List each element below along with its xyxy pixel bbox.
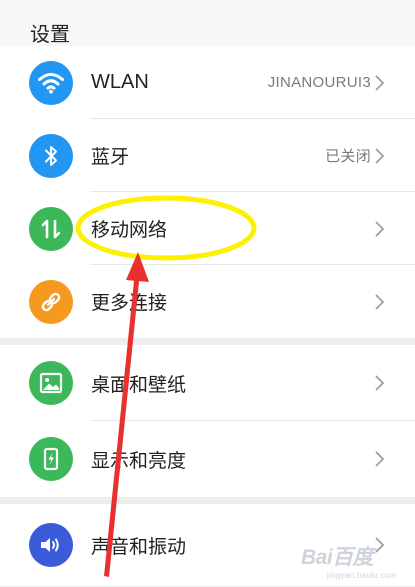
mobile-network-label: 移动网络 xyxy=(91,219,168,241)
settings-row-display[interactable]: 显示和亮度 xyxy=(0,421,415,497)
wallpaper-label: 桌面和壁纸 xyxy=(91,373,187,396)
page-title: 设置 xyxy=(30,22,70,46)
wlan-label: WLAN xyxy=(91,71,149,93)
more-connections-label: 更多连接 xyxy=(91,292,168,314)
link-icon xyxy=(29,279,73,324)
speaker-icon xyxy=(29,523,73,567)
section-gap xyxy=(0,338,415,345)
mobile-data-icon xyxy=(29,206,73,251)
page-header: 设置 xyxy=(0,0,415,46)
connection-settings-group: WLAN JINANOURUI3 蓝牙 已关闭 移动网络 更多连接 xyxy=(0,46,415,338)
chevron-right-icon xyxy=(375,293,385,310)
chevron-right-icon xyxy=(375,220,385,237)
chevron-right-icon xyxy=(375,375,385,391)
settings-row-wlan[interactable]: WLAN JINANOURUI3 xyxy=(0,46,415,119)
settings-row-bluetooth[interactable]: 蓝牙 已关闭 xyxy=(0,119,415,192)
wifi-icon xyxy=(29,60,73,105)
display-label: 显示和亮度 xyxy=(91,449,187,472)
chevron-right-icon xyxy=(375,147,385,164)
settings-row-more-connections[interactable]: 更多连接 xyxy=(0,265,415,338)
section-gap xyxy=(0,497,415,504)
watermark-url: jingyan.baidu.com xyxy=(327,571,397,580)
bluetooth-icon xyxy=(29,133,73,178)
watermark: Bai百度 jingyan.baidu.com xyxy=(301,541,409,581)
wallpaper-icon xyxy=(29,361,73,405)
chevron-right-icon xyxy=(375,451,385,467)
display-settings-group: 桌面和壁纸 显示和亮度 xyxy=(0,345,415,497)
bluetooth-value: 已关闭 xyxy=(325,148,371,165)
wlan-value: JINANOURUI3 xyxy=(267,74,371,91)
sound-label: 声音和振动 xyxy=(91,535,187,558)
brightness-icon xyxy=(29,437,73,481)
bluetooth-label: 蓝牙 xyxy=(91,146,130,168)
chevron-right-icon xyxy=(375,74,385,91)
watermark-logo: Bai百度 xyxy=(301,546,374,569)
settings-row-mobile-network[interactable]: 移动网络 xyxy=(0,192,415,265)
settings-row-wallpaper[interactable]: 桌面和壁纸 xyxy=(0,345,415,421)
